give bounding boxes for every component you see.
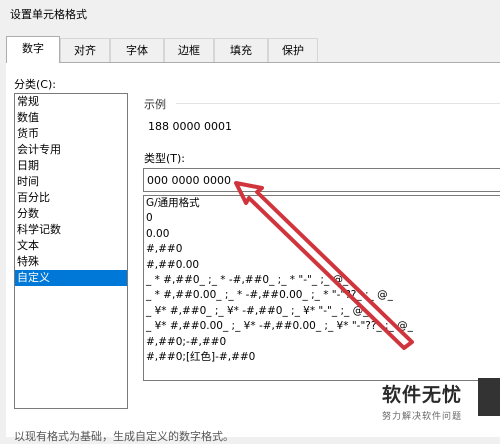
watermark-logo-icon <box>478 378 500 416</box>
watermark-main-text: 软件无忧 <box>382 384 463 406</box>
red-arrow-annotation <box>234 181 414 350</box>
tab-number[interactable]: 数字 <box>6 36 60 63</box>
watermark: 软件无忧 努力解决软件问题 <box>368 378 500 424</box>
watermark-sub-text: 努力解决软件问题 <box>382 412 463 422</box>
